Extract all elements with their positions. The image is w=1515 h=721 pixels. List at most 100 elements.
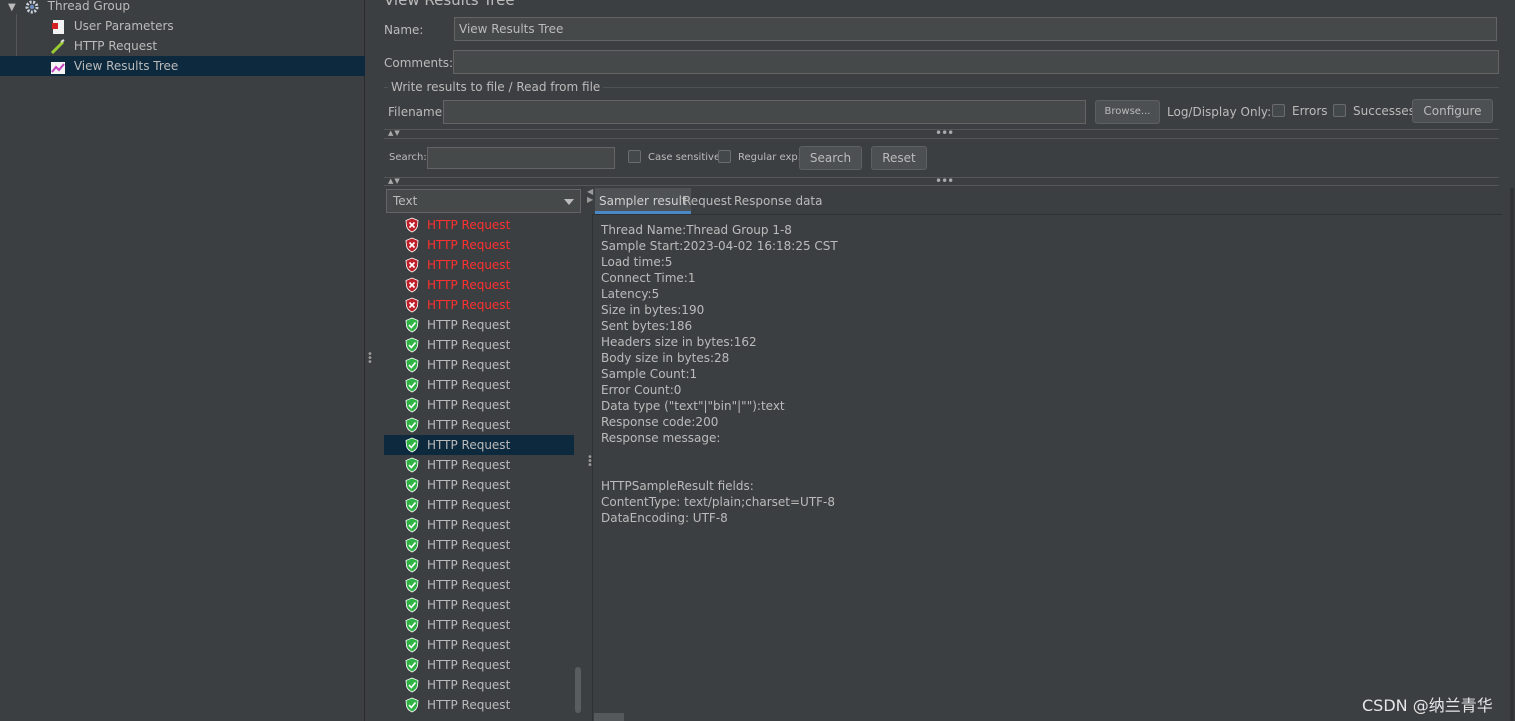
result-item-label: HTTP Request [427,258,511,272]
result-item[interactable]: HTTP Request [384,655,574,675]
result-item[interactable]: HTTP Request [384,535,574,555]
sampler-result-line: Sample Start:2023-04-02 16:18:25 CST [601,239,838,253]
detail-hscroll-thumb[interactable] [594,713,624,721]
result-item[interactable]: HTTP Request [384,455,574,475]
result-item[interactable]: HTTP Request [384,515,574,535]
sampler-result-line: Body size in bytes:28 [601,351,730,365]
result-item[interactable]: HTTP Request [384,475,574,495]
success-shield-icon [405,597,419,613]
tab-sampler-result[interactable]: Sampler result [595,188,691,214]
success-shield-icon [405,657,419,673]
result-item[interactable]: HTTP Request [384,295,574,315]
result-item-label: HTTP Request [427,638,511,652]
result-item[interactable]: HTTP Request [384,255,574,275]
error-shield-icon [405,257,419,273]
reset-button[interactable]: Reset [871,146,927,170]
result-item[interactable]: HTTP Request [384,575,574,595]
result-item[interactable]: HTTP Request [384,555,574,575]
tree-item-thread-group[interactable]: ▼ Thread Group [8,0,130,16]
splitter-dots-icon[interactable]: ••• [935,175,954,187]
results-list-scrollbar[interactable] [575,667,581,713]
detail-scrollbar-track[interactable] [1510,188,1514,721]
result-item[interactable]: HTTP Request [384,355,574,375]
result-item[interactable]: HTTP Request [384,635,574,655]
configure-button[interactable]: Configure [1412,99,1493,123]
result-item[interactable]: HTTP Request [384,695,574,715]
result-item[interactable]: HTTP Request [384,375,574,395]
tab-response-data[interactable]: Response data [730,188,826,214]
result-item[interactable]: HTTP Request [384,395,574,415]
sampler-result-line: DataEncoding: UTF-8 [601,511,728,525]
result-item-label: HTTP Request [427,398,511,412]
search-input[interactable] [427,147,615,169]
sampler-result-line: ContentType: text/plain;charset=UTF-8 [601,495,836,509]
user-parameters-icon [50,19,66,35]
tree-item-label: HTTP Request [73,39,158,53]
comments-field[interactable] [453,50,1499,74]
case-sensitive-label: Case sensitive [648,152,721,163]
tree-splitter[interactable]: • • • [366,0,374,721]
result-item-label: HTTP Request [427,358,511,372]
successes-checkbox[interactable] [1333,104,1346,117]
tree-item-user-parameters[interactable]: User Parameters [50,16,174,36]
success-shield-icon [405,697,419,713]
log-display-only-label: Log/Display Only: [1167,105,1272,119]
browse-button[interactable]: Browse... [1095,100,1160,124]
chevron-down-icon[interactable]: ▼ [8,0,20,18]
sampler-result-line: Thread Name:Thread Group 1-8 [601,223,792,237]
case-sensitive-checkbox[interactable] [628,150,641,163]
result-item-label: HTTP Request [427,458,511,472]
collapse-arrows-icon[interactable]: ▲▼ [388,129,401,137]
result-item[interactable]: HTTP Request [384,435,574,455]
success-shield-icon [405,457,419,473]
success-shield-icon [405,357,419,373]
search-button[interactable]: Search [799,146,862,170]
splitter-dots-icon[interactable]: ••• [935,127,954,139]
result-item[interactable]: HTTP Request [384,275,574,295]
separator [384,138,1499,139]
sampler-result-line: Response message: [601,431,721,445]
renderer-select[interactable]: Text [386,189,581,213]
result-item-label: HTTP Request [427,298,511,312]
success-shield-icon [405,537,419,553]
result-item[interactable]: HTTP Request [384,415,574,435]
tree-item-http-request[interactable]: HTTP Request [50,36,157,56]
sampler-result-line: Data type ("text"|"bin"|""):text [601,399,785,413]
success-shield-icon [405,377,419,393]
tree-item-label: View Results Tree [73,59,179,73]
result-item-label: HTTP Request [427,338,511,352]
result-item[interactable]: HTTP Request [384,335,574,355]
success-shield-icon [405,417,419,433]
success-shield-icon [405,397,419,413]
sampler-result-line: Error Count:0 [601,383,682,397]
sampler-result-text: Thread Name:Thread Group 1-8 Sample Start… [592,214,1502,721]
result-item[interactable]: HTTP Request [384,315,574,335]
collapse-arrows-icon[interactable]: ▲▼ [388,177,401,185]
success-shield-icon [405,317,419,333]
result-item[interactable]: HTTP Request [384,495,574,515]
sampler-result-line: Sample Count:1 [601,367,698,381]
result-item[interactable]: HTTP Request [384,595,574,615]
errors-checkbox[interactable] [1272,104,1285,117]
result-item-label: HTTP Request [427,418,511,432]
sampler-result-line: Headers size in bytes:162 [601,335,757,349]
tree-item-label: User Parameters [73,19,174,33]
result-item[interactable]: HTTP Request [384,675,574,695]
result-item[interactable]: HTTP Request [384,215,574,235]
success-shield-icon [405,517,419,533]
regular-exp-label: Regular exp. [738,152,801,163]
result-item[interactable]: HTTP Request [384,615,574,635]
successes-label: Successes [1353,104,1415,118]
regular-exp-checkbox[interactable] [718,150,731,163]
success-shield-icon [405,497,419,513]
tab-request[interactable]: Request [679,188,736,214]
filename-field[interactable] [443,100,1086,124]
pipette-icon [50,38,66,55]
tree-item-view-results-tree[interactable]: View Results Tree [0,56,365,76]
name-field[interactable]: View Results Tree [454,17,1497,41]
result-item[interactable]: HTTP Request [384,235,574,255]
success-shield-icon [405,557,419,573]
success-shield-icon [405,577,419,593]
success-shield-icon [405,337,419,353]
errors-label: Errors [1292,104,1328,118]
